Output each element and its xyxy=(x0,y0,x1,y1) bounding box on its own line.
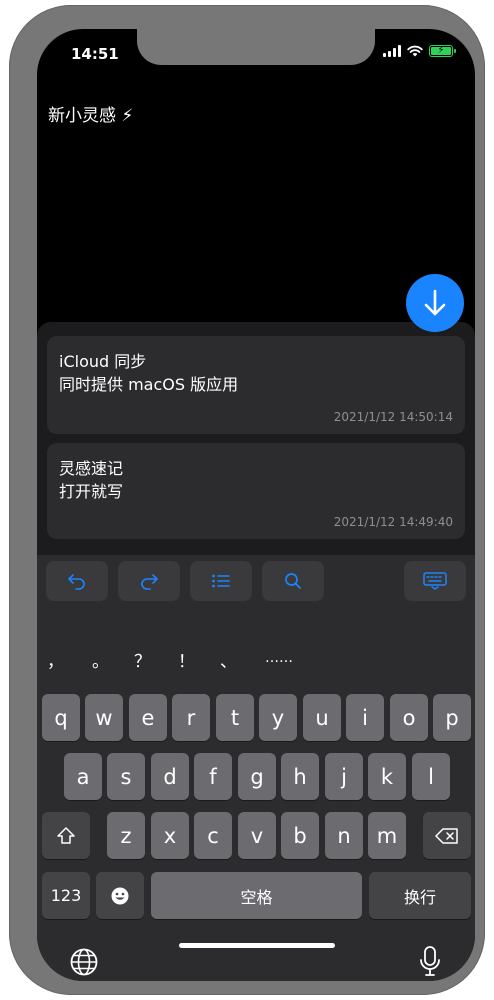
arrow-down-icon xyxy=(424,289,446,316)
key-w[interactable]: w xyxy=(85,694,123,741)
notch xyxy=(137,29,375,65)
note-timestamp: 2021/1/12 14:49:40 xyxy=(333,515,453,529)
shift-key[interactable] xyxy=(42,812,90,859)
candidate-key[interactable]: ， xyxy=(47,647,64,672)
note-line: 打开就写 xyxy=(59,482,124,501)
key-b[interactable]: b xyxy=(281,812,319,859)
note-timestamp: 2021/1/12 14:50:14 xyxy=(333,410,453,424)
numbers-key[interactable]: 123 xyxy=(42,872,90,919)
key-d[interactable]: d xyxy=(151,753,189,800)
key-r[interactable]: r xyxy=(172,694,210,741)
key-m[interactable]: m xyxy=(368,812,406,859)
notes-list: iCloud 同步 同时提供 macOS 版应用 2021/1/12 14:50… xyxy=(37,322,475,562)
note-line: 同时提供 macOS 版应用 xyxy=(59,375,239,394)
space-key[interactable]: 空格 xyxy=(151,872,362,919)
scroll-down-button[interactable] xyxy=(406,274,464,332)
backspace-icon xyxy=(435,827,458,844)
globe-icon xyxy=(70,948,98,976)
candidate-key[interactable]: 。 xyxy=(92,647,109,672)
keyboard: ， 。 ？ ！ 、 …… q w e r t y u i o p a s d f… xyxy=(37,555,475,981)
key-g[interactable]: g xyxy=(238,753,276,800)
note-line: 灵感速记 xyxy=(59,459,124,478)
list-button[interactable] xyxy=(190,561,252,601)
undo-button[interactable] xyxy=(46,561,108,601)
emoji-icon xyxy=(111,887,129,904)
key-j[interactable]: j xyxy=(325,753,363,800)
candidate-key[interactable]: ！ xyxy=(178,647,195,672)
key-p[interactable]: p xyxy=(433,694,471,741)
keyboard-hide-icon xyxy=(423,572,447,590)
key-e[interactable]: e xyxy=(129,694,167,741)
note-item[interactable]: 灵感速记 打开就写 2021/1/12 14:49:40 xyxy=(47,443,465,539)
home-indicator[interactable] xyxy=(179,943,335,948)
list-icon xyxy=(212,574,230,588)
wifi-icon xyxy=(407,45,423,57)
key-o[interactable]: o xyxy=(390,694,428,741)
punctuation-candidates: ， 。 ？ ！ 、 …… xyxy=(37,647,475,677)
device-frame: 14:51 ⚡ 新小灵感 ⚡ iCloud 同步 同时提供 macOS 版应用 … xyxy=(9,5,485,995)
key-y[interactable]: y xyxy=(259,694,297,741)
key-h[interactable]: h xyxy=(281,753,319,800)
key-c[interactable]: c xyxy=(194,812,232,859)
status-time: 14:51 xyxy=(71,45,119,63)
note-item[interactable]: iCloud 同步 同时提供 macOS 版应用 2021/1/12 14:50… xyxy=(47,336,465,434)
page-title: 新小灵感 ⚡ xyxy=(48,106,134,126)
screen: 14:51 ⚡ 新小灵感 ⚡ iCloud 同步 同时提供 macOS 版应用 … xyxy=(37,29,475,981)
hide-keyboard-button[interactable] xyxy=(404,561,466,601)
emoji-key[interactable] xyxy=(96,872,144,919)
search-icon xyxy=(285,573,301,589)
charging-bolt-icon: ⚡ xyxy=(437,45,445,56)
status-icons: ⚡ xyxy=(383,45,456,57)
note-line: iCloud 同步 xyxy=(59,352,147,371)
microphone-icon xyxy=(420,946,440,976)
key-x[interactable]: x xyxy=(151,812,189,859)
battery-icon: ⚡ xyxy=(429,45,456,57)
candidate-key[interactable]: ？ xyxy=(134,647,151,672)
candidate-key[interactable]: 、 xyxy=(220,647,237,672)
key-k[interactable]: k xyxy=(368,753,406,800)
globe-button[interactable] xyxy=(69,947,99,981)
redo-button[interactable] xyxy=(118,561,180,601)
redo-icon xyxy=(141,574,158,590)
candidate-key[interactable]: …… xyxy=(265,650,293,666)
search-button[interactable] xyxy=(262,561,324,601)
key-f[interactable]: f xyxy=(194,753,232,800)
key-i[interactable]: i xyxy=(346,694,384,741)
editor-toolbar xyxy=(37,555,475,603)
key-l[interactable]: l xyxy=(412,753,450,800)
key-z[interactable]: z xyxy=(107,812,145,859)
return-key[interactable]: 换行 xyxy=(369,872,471,919)
key-t[interactable]: t xyxy=(216,694,254,741)
dictation-button[interactable] xyxy=(419,945,441,981)
shift-icon xyxy=(57,826,75,844)
key-s[interactable]: s xyxy=(107,753,145,800)
cellular-signal-icon xyxy=(383,45,401,57)
key-u[interactable]: u xyxy=(303,694,341,741)
undo-icon xyxy=(68,574,85,590)
key-a[interactable]: a xyxy=(64,753,102,800)
key-n[interactable]: n xyxy=(325,812,363,859)
key-v[interactable]: v xyxy=(238,812,276,859)
key-q[interactable]: q xyxy=(42,694,80,741)
delete-key[interactable] xyxy=(423,812,471,859)
